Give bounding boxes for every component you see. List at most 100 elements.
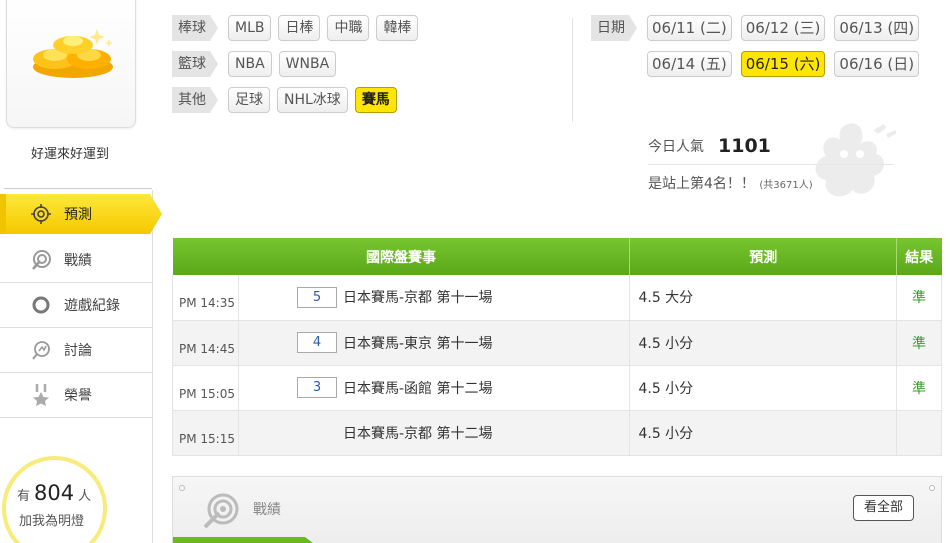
gold-ingot-icon — [33, 29, 113, 78]
username: 好運來好運到 — [30, 147, 109, 162]
sidebar-item-label: 預測 — [64, 207, 92, 223]
table-row: PM 15:05 3 日本賽馬-函館 第十二場 4.5 小分 準 — [172, 365, 942, 411]
popularity-row: 今日人氣 1101 — [648, 132, 894, 160]
match-cell: 5 日本賽馬-京都 第十一場 — [238, 275, 631, 321]
record-icon — [203, 493, 239, 529]
match-number — [297, 422, 337, 443]
record-title: 戰績 — [253, 502, 281, 518]
prediction-table: 國際盤賽事 預測 結果 PM 14:35 5 日本賽馬-京都 第十一場 4.5 … — [172, 238, 942, 456]
circle-icon — [30, 294, 52, 316]
match-time: PM 15:05 — [172, 365, 239, 411]
popularity-panel: 今日人氣 1101 是站上第4名！！ (共3671人) — [648, 132, 894, 193]
sidebar: 好運來好運到 預測 戰績 遊戲紀錄 討論 榮譽 有 804 人 加我為明燈 — [0, 0, 163, 543]
match-name[interactable]: 日本賽馬-京都 第十二場 — [343, 423, 493, 443]
view-all-button[interactable]: 看全部 — [853, 495, 915, 521]
rank-text: 是站上第4名！！ — [648, 176, 755, 192]
medal-icon — [30, 384, 52, 406]
date-0612[interactable]: 06/12 (三) — [740, 15, 826, 41]
match-name[interactable]: 日本賽馬-京都 第十一場 — [343, 287, 493, 307]
table-row: PM 15:15 日本賽馬-京都 第十二場 4.5 小分 — [172, 410, 942, 456]
record-tab-indicator — [173, 537, 313, 543]
sidebar-item-discussion[interactable]: 討論 — [0, 328, 152, 373]
header-prediction: 預測 — [629, 238, 898, 275]
date-0611[interactable]: 06/11 (二) — [647, 15, 732, 41]
sidebar-item-honor[interactable]: 榮譽 — [0, 373, 152, 418]
match-time: PM 14:35 — [172, 275, 239, 321]
sidebar-item-label: 遊戲紀錄 — [64, 298, 120, 314]
record-panel: 戰績 看全部 — [172, 476, 942, 543]
corner-dot — [929, 485, 935, 491]
result-value: 準 — [896, 320, 942, 366]
table-row: PM 14:35 5 日本賽馬-京都 第十一場 4.5 大分 準 — [172, 275, 942, 321]
rank-row: 是站上第4名！！ (共3671人) — [648, 173, 894, 193]
date-0613[interactable]: 06/13 (四) — [834, 15, 920, 41]
header-result: 結果 — [896, 238, 942, 275]
table-header-row: 國際盤賽事 預測 結果 — [172, 238, 942, 275]
prediction-value: 4.5 小分 — [629, 320, 898, 366]
result-value: 準 — [896, 275, 942, 321]
match-name[interactable]: 日本賽馬-函館 第十二場 — [343, 378, 493, 398]
filter-nba[interactable]: NBA — [228, 51, 272, 77]
match-time: PM 15:15 — [172, 410, 239, 456]
date-0615[interactable]: 06/15 (六) — [740, 51, 826, 77]
sidebar-item-prediction[interactable]: 預測 — [0, 194, 162, 234]
sidebar-item-record[interactable]: 戰績 — [0, 238, 152, 283]
prediction-value: 4.5 大分 — [629, 275, 898, 321]
lamp-suffix: 人 — [78, 489, 92, 504]
filter-cpbl[interactable]: 中職 — [327, 15, 370, 41]
filter-soccer[interactable]: 足球 — [228, 87, 270, 113]
result-value: 準 — [896, 365, 942, 411]
date-label: 日期 — [591, 15, 637, 41]
total-users-text: (共3671人) — [759, 180, 813, 191]
avatar[interactable] — [6, 0, 136, 128]
date-row-2: 06/14 (五) 06/15 (六) 06/16 (日) — [591, 51, 928, 77]
filter-label: 棒球 — [172, 15, 218, 41]
match-name[interactable]: 日本賽馬-東京 第十一場 — [343, 333, 493, 353]
filter-row-baseball: 棒球 MLB 日棒 中職 韓棒 — [172, 15, 592, 41]
match-time: PM 14:45 — [172, 320, 239, 366]
result-value — [896, 410, 942, 456]
popularity-label: 今日人氣 — [648, 139, 704, 155]
sidebar-item-label: 榮譽 — [64, 388, 92, 404]
table-row: PM 14:45 4 日本賽馬-東京 第十一場 4.5 小分 準 — [172, 320, 942, 366]
corner-dot — [179, 485, 185, 491]
match-number: 5 — [296, 286, 337, 308]
popularity-value: 1101 — [718, 135, 771, 157]
filter-mlb[interactable]: MLB — [228, 15, 272, 41]
sport-filters: 棒球 MLB 日棒 中職 韓棒 籃球 NBA WNBA 其他 足球 NHL冰球 … — [172, 15, 592, 123]
filter-label: 其他 — [172, 87, 218, 113]
record-icon — [30, 249, 52, 271]
filter-separator — [572, 18, 573, 122]
filter-horse-racing[interactable]: 賽馬 — [354, 87, 397, 113]
date-0616[interactable]: 06/16 (日) — [834, 51, 920, 77]
lamp-prefix: 有 — [17, 489, 31, 504]
date-0614[interactable]: 06/14 (五) — [647, 51, 732, 77]
lamp-label: 加我為明燈 — [19, 514, 85, 529]
match-number: 3 — [296, 377, 337, 398]
popularity-divider — [648, 164, 894, 165]
prediction-value: 4.5 小分 — [629, 410, 898, 456]
chat-icon — [30, 339, 52, 361]
match-cell: 3 日本賽馬-函館 第十二場 — [238, 365, 631, 411]
lamp-count: 804 — [34, 481, 75, 505]
match-cell: 日本賽馬-京都 第十二場 — [238, 410, 631, 456]
date-row-1: 日期 06/11 (二) 06/12 (三) 06/13 (四) — [591, 15, 928, 41]
match-cell: 4 日本賽馬-東京 第十一場 — [238, 320, 631, 366]
sidebar-nav: 預測 戰績 遊戲紀錄 討論 榮譽 — [0, 194, 163, 418]
date-selector: 日期 06/11 (二) 06/12 (三) 06/13 (四) 06/14 (… — [591, 15, 928, 87]
filter-row-basketball: 籃球 NBA WNBA — [172, 51, 592, 77]
sidebar-item-label: 戰績 — [64, 253, 92, 269]
lamp-count-text: 有 804 人 — [17, 481, 91, 505]
sidebar-item-game-log[interactable]: 遊戲紀錄 — [0, 283, 152, 328]
filter-japan-baseball[interactable]: 日棒 — [278, 15, 321, 41]
filter-label: 籃球 — [172, 51, 218, 77]
filter-row-other: 其他 足球 NHL冰球 賽馬 — [172, 87, 592, 113]
filter-korea-baseball[interactable]: 韓棒 — [376, 15, 419, 41]
header-match: 國際盤賽事 — [172, 238, 631, 275]
filter-wnba[interactable]: WNBA — [278, 51, 337, 77]
filter-nhl[interactable]: NHL冰球 — [277, 87, 348, 113]
sidebar-item-label: 討論 — [64, 343, 92, 359]
prediction-value: 4.5 小分 — [629, 365, 898, 411]
match-number: 4 — [296, 332, 337, 353]
target-icon — [30, 203, 52, 225]
